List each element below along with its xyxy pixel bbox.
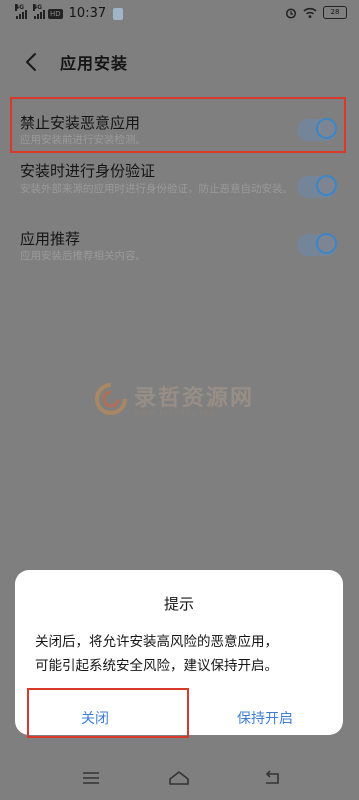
app-recommendation-toggle[interactable] xyxy=(297,233,337,256)
page-title: 应用安装 xyxy=(60,54,129,73)
toggle-knob xyxy=(316,233,337,254)
setting-identity-verification[interactable]: 安装时进行身份验证 安装外部来源的应用时进行身份验证，防止恶意自动安装。 xyxy=(0,160,359,220)
sim1-label: 4G xyxy=(15,3,25,11)
watermark-url: www.luzhezy.top xyxy=(134,408,216,417)
setting-title: 安装时进行身份验证 xyxy=(20,162,156,180)
setting-description: 安装外部来源的应用时进行身份验证，防止恶意自动安装。 xyxy=(20,183,293,195)
alarm-icon xyxy=(285,7,297,19)
signal-sim2-icon: 4G xyxy=(33,3,45,19)
setting-description: 应用安装后推荐相关内容。 xyxy=(20,250,146,262)
app-header: 应用安装 xyxy=(0,40,359,84)
signal-sim1-icon: 4G xyxy=(15,3,27,19)
back-arrow-icon[interactable] xyxy=(20,50,44,74)
status-time: 10:37 xyxy=(68,6,107,21)
return-icon[interactable] xyxy=(262,768,284,788)
dialog-title: 提示 xyxy=(163,595,194,613)
sim2-label: 4G xyxy=(33,3,43,11)
dialog-message: 关闭后，将允许安装高风险的恶意应用， 可能引起系统安全风险，建议保持开启。 xyxy=(35,630,330,678)
menu-icon[interactable] xyxy=(80,768,102,788)
setting-title: 应用推荐 xyxy=(20,230,81,248)
home-icon[interactable] xyxy=(168,768,190,788)
watermark: 录哲资源网 www.luzhezy.top xyxy=(94,378,254,423)
dialog-message-line2: 可能引起系统安全风险，建议保持开启。 xyxy=(35,658,278,674)
battery-icon: 28 xyxy=(323,6,347,19)
status-bar: 4G 4G HD 10:37 28 xyxy=(0,0,359,26)
navigation-bar xyxy=(0,756,359,800)
notification-app-icon xyxy=(113,7,124,20)
highlight-frame xyxy=(27,688,189,738)
hd-badge: HD xyxy=(48,8,63,19)
toggle-knob xyxy=(316,175,337,196)
wifi-icon xyxy=(303,7,317,18)
keep-enabled-button[interactable]: 保持开启 xyxy=(205,708,325,728)
setting-app-recommendation[interactable]: 应用推荐 应用安装后推荐相关内容。 xyxy=(0,228,359,272)
dialog-message-line1: 关闭后，将允许安装高风险的恶意应用， xyxy=(35,634,278,650)
watermark-logo-icon xyxy=(95,383,127,415)
highlight-frame xyxy=(10,97,346,153)
identity-verification-toggle[interactable] xyxy=(297,175,337,198)
